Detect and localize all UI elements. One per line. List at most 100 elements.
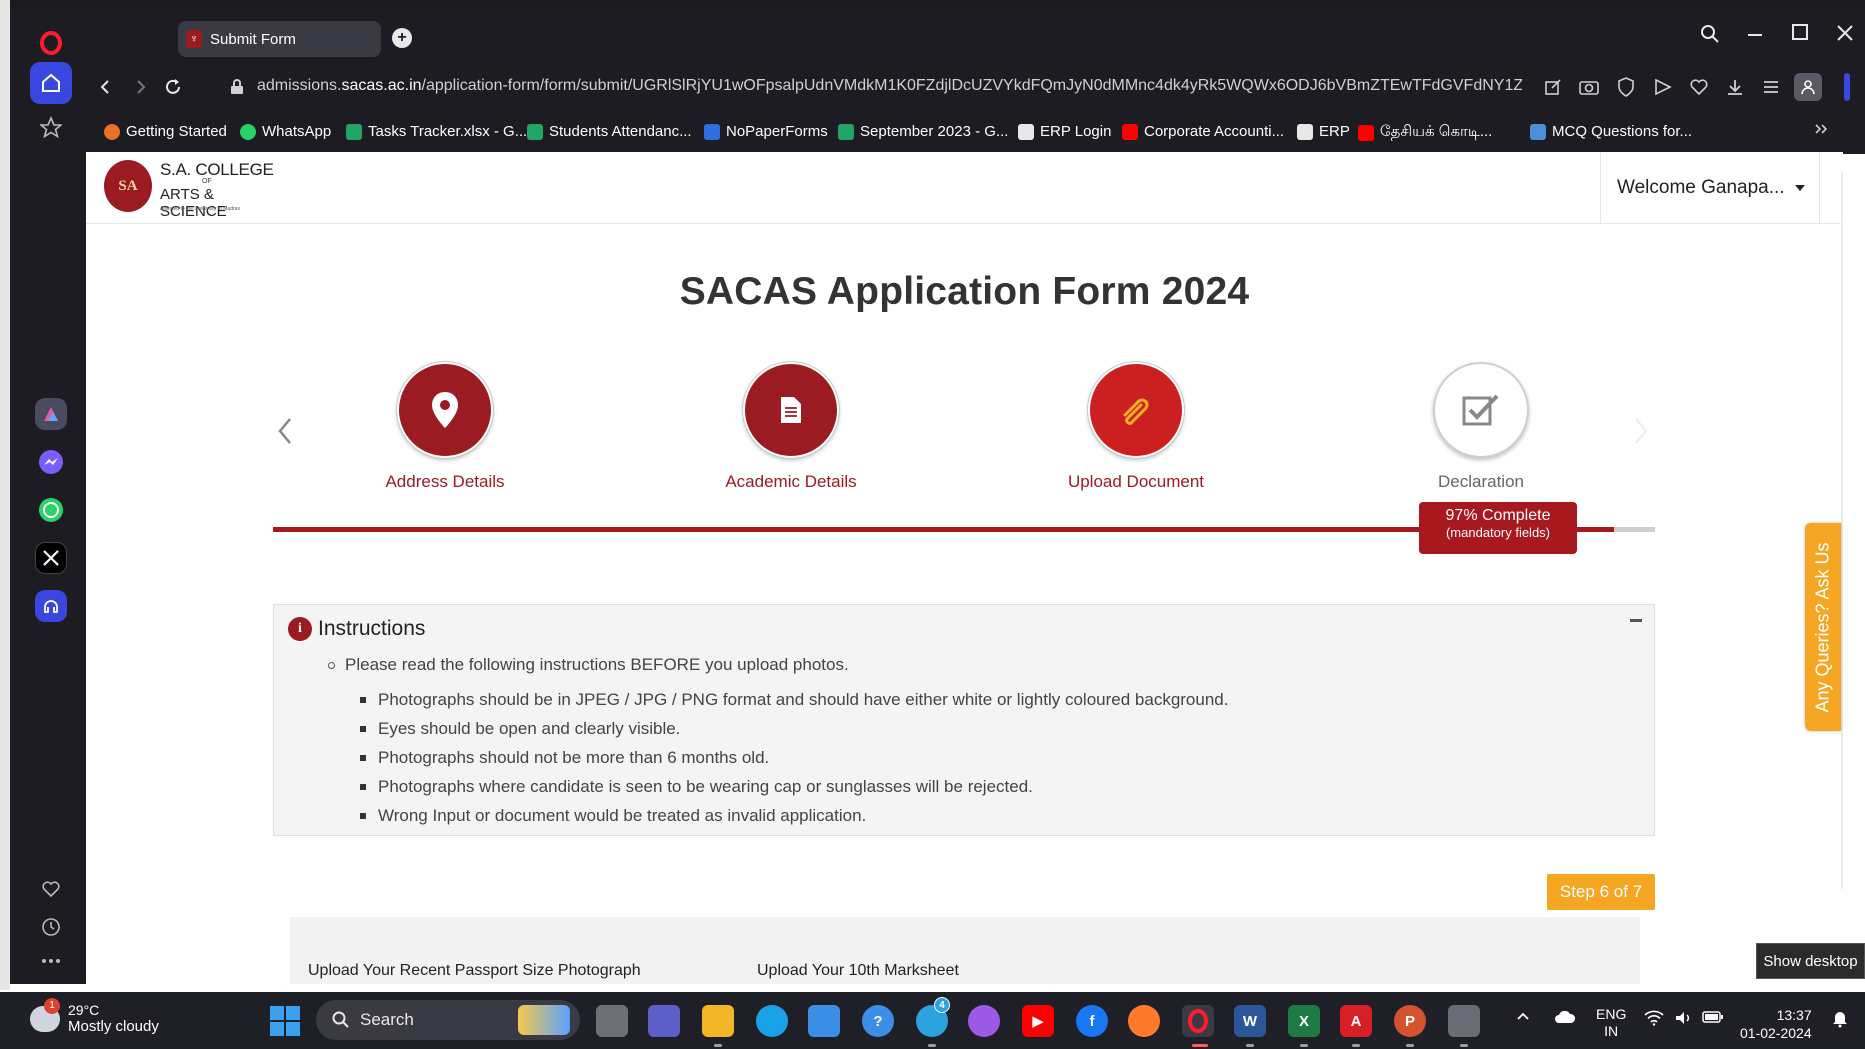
clock[interactable]: 13:37 01-02-2024: [1740, 1006, 1812, 1042]
logo-line-3: ARTS & SCIENCE: [160, 186, 227, 220]
calculator-icon[interactable]: [1448, 1005, 1480, 1037]
weather-widget[interactable]: 1 29°C Mostly cloudy: [30, 997, 159, 1035]
edit-icon[interactable]: [1542, 76, 1564, 98]
home-icon[interactable]: [30, 62, 72, 104]
word-icon[interactable]: W: [1234, 1005, 1266, 1037]
help-icon[interactable]: ?: [862, 1005, 894, 1037]
bookmark-tamil-video[interactable]: தேசியக் கொடி...: [1358, 123, 1492, 142]
college-logo[interactable]: SA S.A. COLLEGE OF ARTS & SCIENCE Affili…: [104, 158, 279, 220]
teams-chat-icon[interactable]: [648, 1005, 680, 1037]
chevron-up-icon[interactable]: [1516, 1008, 1530, 1024]
new-tab-button[interactable]: +: [392, 28, 412, 48]
running-indicator: [1406, 1044, 1414, 1047]
bookmark-whatsapp[interactable]: WhatsApp: [240, 123, 331, 140]
game-mask-icon[interactable]: [968, 1005, 1000, 1037]
bookmark-september-2023[interactable]: September 2023 - G...: [838, 123, 1008, 140]
tab-title: Submit Form: [210, 30, 296, 48]
running-indicator: [1352, 1044, 1360, 1047]
weather-badge: 1: [44, 997, 60, 1014]
excel-icon[interactable]: X: [1288, 1005, 1320, 1037]
step-upload-document[interactable]: Upload Document: [1036, 361, 1236, 492]
facebook-icon[interactable]: f: [1076, 1005, 1108, 1037]
mail-icon[interactable]: [808, 1005, 840, 1037]
star-icon[interactable]: [30, 106, 72, 148]
profile-icon[interactable]: [1794, 73, 1822, 101]
maximize-button[interactable]: [1792, 24, 1808, 40]
search-tabs-icon[interactable]: [1700, 24, 1720, 49]
more-dots-icon[interactable]: [30, 940, 72, 982]
task-view-icon[interactable]: [596, 1005, 628, 1037]
forward-button[interactable]: [128, 74, 154, 100]
site-header: SA S.A. COLLEGE OF ARTS & SCIENCE Affili…: [86, 152, 1843, 224]
step-address-details[interactable]: Address Details: [345, 361, 545, 492]
x-twitter-icon[interactable]: [35, 542, 67, 574]
instructions-header: i Instructions: [288, 617, 425, 641]
wifi-icon[interactable]: [1644, 1010, 1664, 1029]
bookmark-erp-login[interactable]: ERP Login: [1018, 123, 1111, 140]
youtube-icon[interactable]: ▶: [1022, 1005, 1054, 1037]
opera-logo-icon[interactable]: [30, 22, 72, 64]
onedrive-cloud-icon[interactable]: [1554, 1010, 1576, 1027]
college-emblem: SA: [104, 160, 152, 212]
volume-icon[interactable]: [1674, 1010, 1692, 1029]
any-queries-button[interactable]: Any Queries? Ask Us: [1805, 523, 1841, 731]
aria-ai-icon[interactable]: [35, 398, 67, 430]
instructions-lead: Please read the following instructions B…: [328, 655, 849, 675]
bookmark-nopaperforms[interactable]: NoPaperForms: [704, 123, 828, 140]
heart-icon[interactable]: [30, 868, 72, 910]
camera-icon[interactable]: [1578, 76, 1600, 98]
minimize-button[interactable]: [1748, 34, 1762, 36]
search-icon: [332, 1011, 349, 1028]
map-pin-icon: [396, 361, 494, 459]
send-icon[interactable]: [1652, 76, 1674, 98]
instructions-panel: i Instructions Please read the following…: [273, 604, 1655, 836]
bookmark-tasks-tracker[interactable]: Tasks Tracker.xlsx - G...: [346, 123, 527, 140]
messenger-icon[interactable]: [35, 446, 67, 478]
acrobat-icon[interactable]: A: [1340, 1005, 1372, 1037]
running-indicator: [928, 1044, 936, 1047]
file-explorer-icon[interactable]: [702, 1005, 734, 1037]
step-declaration[interactable]: Declaration: [1381, 362, 1581, 492]
battery-icon[interactable]: [1702, 1010, 1724, 1027]
collapse-button[interactable]: [1630, 619, 1642, 622]
telegram-icon[interactable]: 4: [916, 997, 950, 1037]
language-indicator[interactable]: ENG IN: [1596, 1006, 1626, 1040]
carousel-next-button[interactable]: [1630, 414, 1652, 448]
bookmark-corporate-accounting[interactable]: Corporate Accounti...: [1122, 123, 1284, 140]
music-player-icon[interactable]: [35, 590, 67, 622]
easy-setup-icon[interactable]: [1760, 76, 1782, 98]
cloud-icon: 1: [30, 997, 60, 1032]
heart-bookmark-icon[interactable]: [1688, 76, 1710, 98]
windows-start-icon[interactable]: [270, 1006, 300, 1036]
bookmark-students-attendance[interactable]: Students Attendanc...: [527, 123, 692, 140]
carousel-prev-button[interactable]: [274, 414, 296, 448]
step-academic-details[interactable]: Academic Details: [691, 361, 891, 492]
download-icon[interactable]: [1724, 76, 1746, 98]
back-button[interactable]: [92, 74, 118, 100]
address-input[interactable]: admissions.sacas.ac.in/application-form/…: [257, 77, 1522, 95]
lock-icon[interactable]: [224, 74, 250, 100]
sidebar-toggle[interactable]: [1844, 73, 1850, 101]
progress-note-label: (mandatory fields): [1445, 525, 1551, 540]
opera-taskbar-icon[interactable]: [1182, 1005, 1214, 1037]
list-item: Wrong Input or document would be treated…: [360, 801, 1228, 830]
bookmark-erp[interactable]: ERP: [1297, 123, 1350, 140]
tab-submit-form[interactable]: ♆ Submit Form: [178, 21, 381, 57]
temperature: 29°C: [68, 1002, 100, 1018]
taskbar-search-input[interactable]: Search: [316, 1000, 580, 1040]
upload-photo-label: Upload Your Recent Passport Size Photogr…: [308, 962, 641, 979]
firefox-icon[interactable]: [1128, 1005, 1160, 1037]
powerpoint-icon[interactable]: P: [1394, 1005, 1426, 1037]
bookmarks-overflow-icon[interactable]: [1814, 123, 1828, 135]
whatsapp-icon[interactable]: [35, 494, 67, 526]
edge-icon[interactable]: [756, 1005, 788, 1037]
notification-bell-icon[interactable]: [1832, 1010, 1848, 1031]
close-window-button[interactable]: [1836, 24, 1854, 47]
instructions-title: Instructions: [318, 617, 426, 640]
bookmark-getting-started[interactable]: Getting Started: [104, 123, 227, 140]
shield-icon[interactable]: [1615, 76, 1637, 98]
reload-button[interactable]: [160, 74, 186, 100]
bookmark-mcq-questions[interactable]: MCQ Questions for...: [1530, 123, 1692, 140]
user-menu-dropdown[interactable]: Welcome Ganapa...: [1600, 152, 1820, 224]
telegram-badge: 4: [934, 997, 950, 1013]
